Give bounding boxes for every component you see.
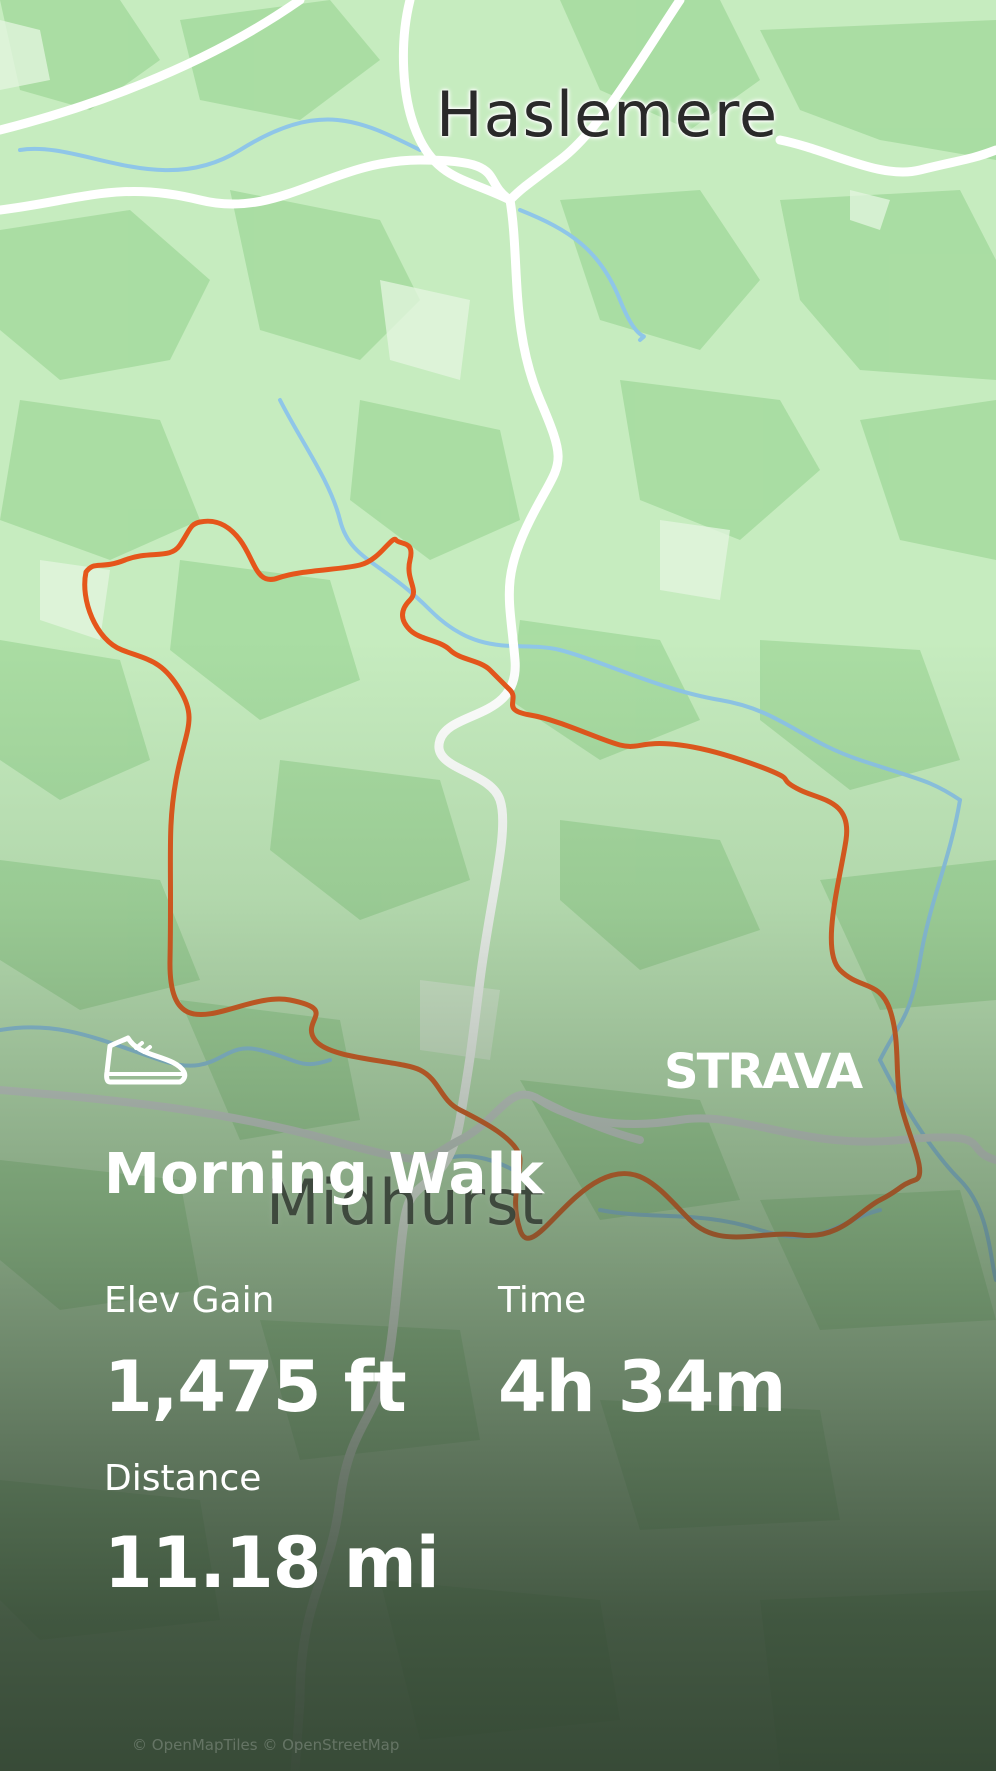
activity-title: Morning Walk — [104, 1142, 545, 1207]
distance-label: Distance — [104, 1458, 262, 1499]
svg-text:STRAVA: STRAVA — [664, 1044, 863, 1094]
distance-value: 11.18 mi — [104, 1522, 440, 1604]
strava-logo: STRAVA — [664, 1044, 865, 1094]
map-background — [0, 0, 996, 1771]
map-town-label-top: Haslemere — [436, 78, 779, 151]
map-attribution: © OpenMapTiles © OpenStreetMap — [132, 1736, 400, 1754]
time-label: Time — [498, 1280, 587, 1321]
time-value: 4h 34m — [498, 1346, 786, 1428]
elev-gain-value: 1,475 ft — [104, 1346, 407, 1428]
shoe-icon — [104, 1035, 188, 1085]
elev-gain-label: Elev Gain — [104, 1280, 275, 1321]
